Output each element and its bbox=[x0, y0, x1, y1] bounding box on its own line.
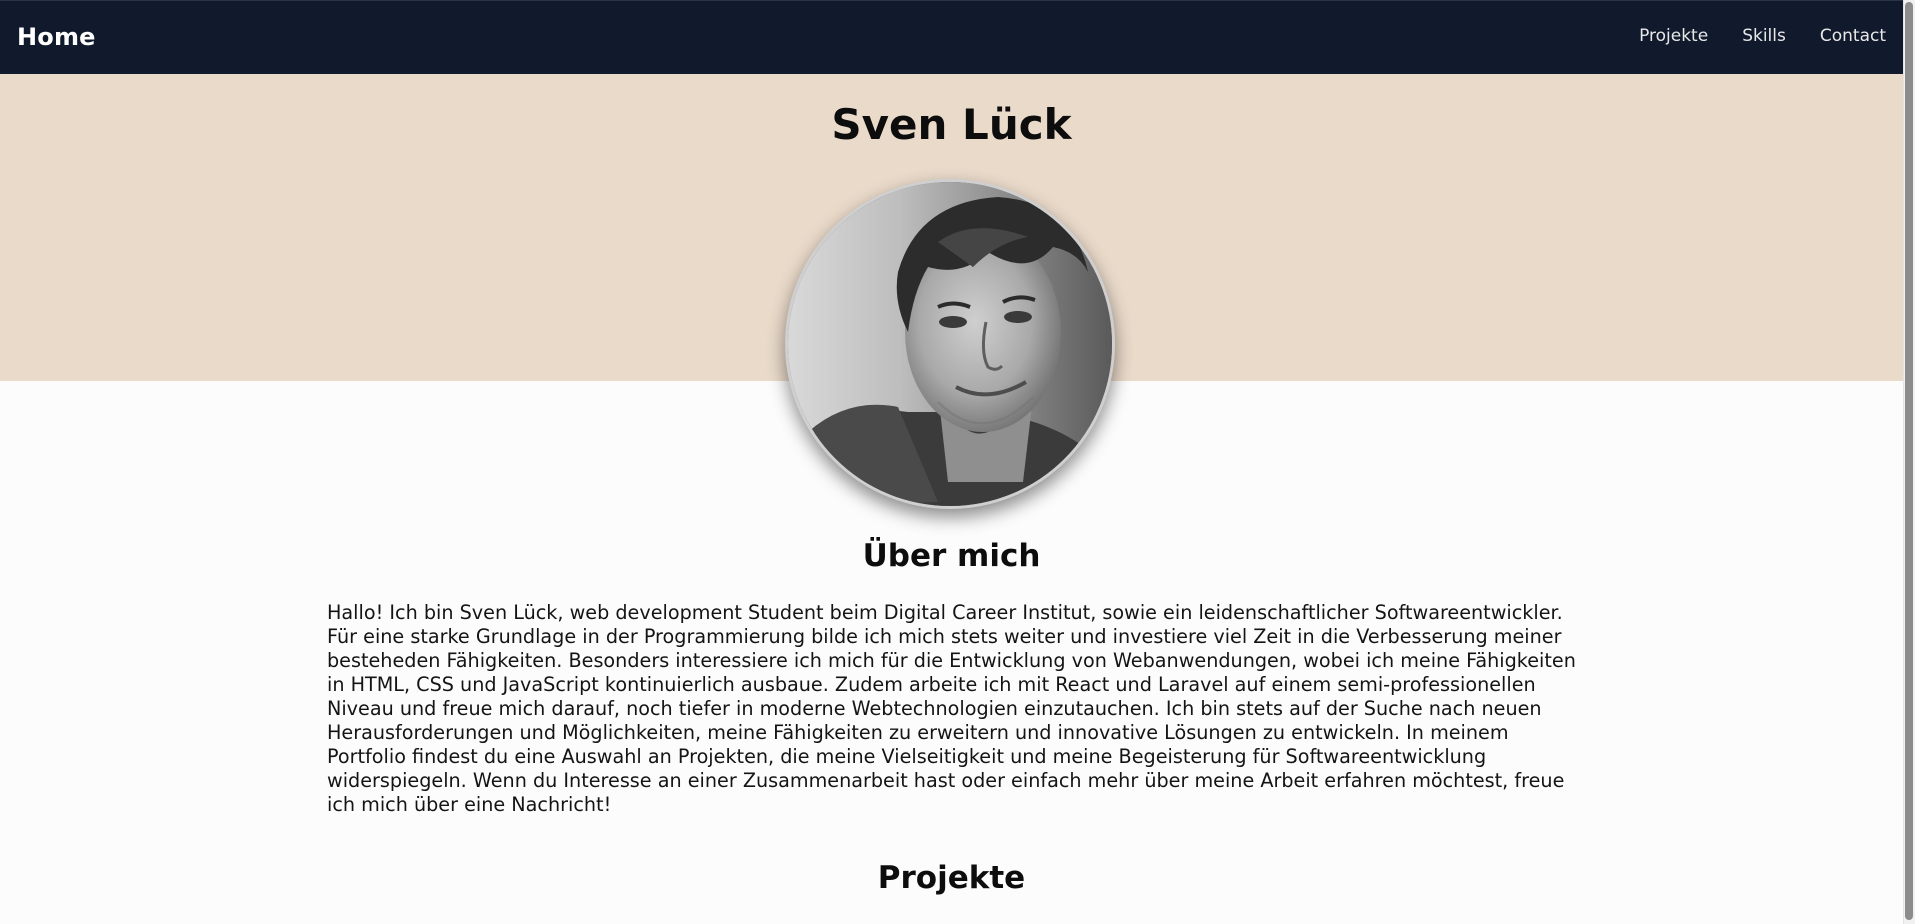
about-text: Hallo! Ich bin Sven Lück, web developmen… bbox=[327, 601, 1576, 816]
nav-link-skills[interactable]: Skills bbox=[1742, 26, 1786, 46]
scrollbar-thumb[interactable] bbox=[1905, 2, 1913, 920]
projects-heading: Projekte bbox=[877, 860, 1026, 896]
page-scrollbar[interactable] bbox=[1903, 0, 1915, 924]
home-link[interactable]: Home bbox=[17, 23, 96, 51]
navbar: Home Projekte Skills Contact bbox=[0, 0, 1903, 74]
page: Home Projekte Skills Contact Sven Lück Ü… bbox=[0, 0, 1915, 924]
about-heading: Über mich bbox=[862, 538, 1041, 574]
portrait-photo bbox=[788, 182, 1112, 506]
nav-links: Projekte Skills Contact bbox=[1639, 26, 1886, 46]
page-title: Sven Lück bbox=[831, 100, 1072, 149]
nav-link-contact[interactable]: Contact bbox=[1820, 26, 1886, 46]
nav-link-projekte[interactable]: Projekte bbox=[1639, 26, 1708, 46]
avatar bbox=[785, 179, 1115, 509]
